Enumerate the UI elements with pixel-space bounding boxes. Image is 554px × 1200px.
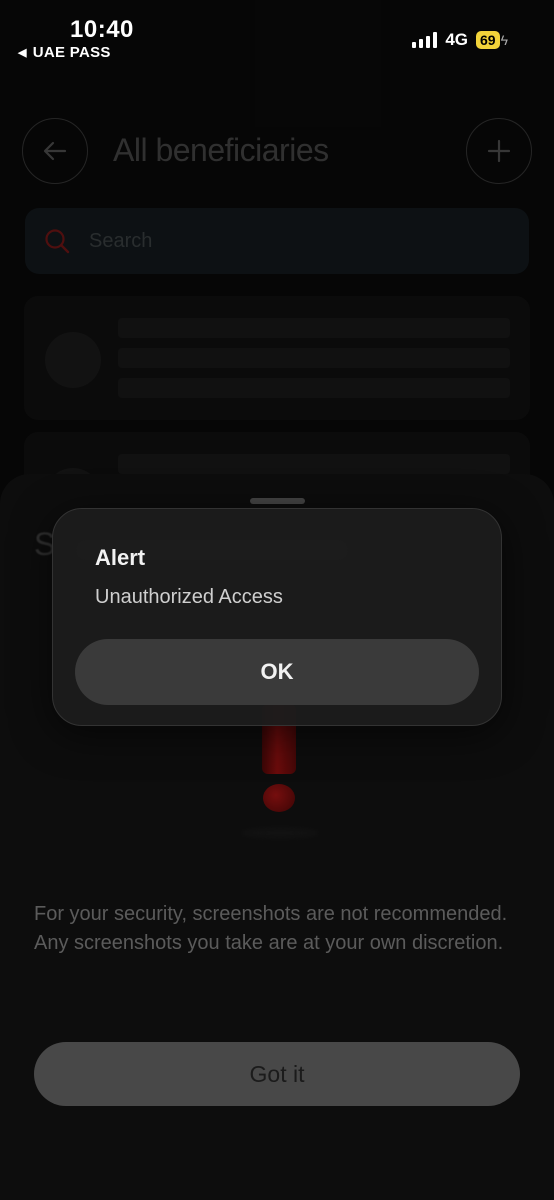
status-indicators: 4G 69 ϟ (412, 30, 508, 50)
cellular-signal-icon (412, 32, 438, 48)
battery-level: 69 (476, 31, 500, 49)
battery-icon: 69 ϟ (476, 31, 508, 49)
alert-message: Unauthorized Access (95, 586, 283, 608)
alert-dialog: Alert Unauthorized Access OK (52, 508, 502, 726)
charging-bolt-icon: ϟ (500, 32, 508, 48)
status-bar: 10:40 ◀ UAE PASS 4G 69 ϟ (0, 0, 554, 70)
screen: 10:40 ◀ UAE PASS 4G 69 ϟ All beneficiari… (0, 0, 554, 1200)
network-type: 4G (445, 30, 468, 49)
status-time: 10:40 (70, 16, 134, 43)
alert-title: Alert (95, 545, 146, 570)
ok-button[interactable]: OK (75, 639, 479, 705)
back-triangle-icon: ◀ (18, 47, 27, 59)
back-app-label: UAE PASS (32, 44, 111, 61)
back-to-app-link[interactable]: ◀ UAE PASS (18, 44, 111, 61)
